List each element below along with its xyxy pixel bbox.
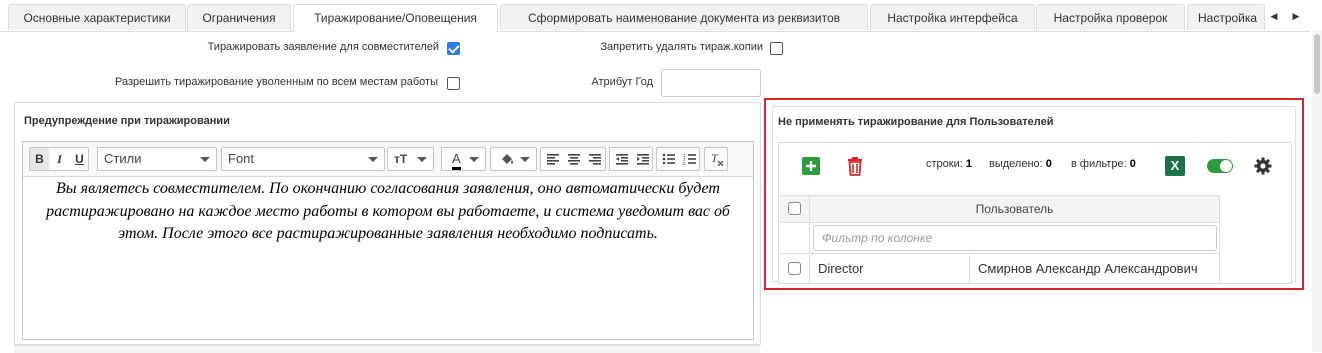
- indent-icon[interactable]: [633, 148, 652, 170]
- format-group: B I U: [29, 147, 89, 171]
- list-group: 123: [656, 147, 700, 171]
- font-size-select[interactable]: ᴛT: [387, 147, 434, 171]
- chevron-down-icon: [417, 157, 427, 162]
- scrollbar-thumb[interactable]: [1314, 34, 1320, 94]
- selected-counter-label: выделено:: [989, 158, 1043, 170]
- select-all-checkbox[interactable]: [788, 202, 801, 215]
- users-panel: Не применять тиражирование для Пользоват…: [772, 106, 1296, 284]
- table-row[interactable]: Director Смирнов Александр Александрович: [780, 255, 1219, 284]
- editor-toolbar: B I U Стили Font ᴛT A 1 2 3 T: [23, 142, 753, 177]
- tab-restrictions[interactable]: Ограничения: [187, 4, 291, 30]
- rows-counter-value: 1: [965, 158, 972, 170]
- tab-checks-settings[interactable]: Настройка проверок: [1036, 4, 1185, 30]
- chevron-down-icon: [368, 157, 378, 162]
- grid-filter-row: Фильтр по колонке: [780, 223, 1219, 254]
- replicate-concurrent-label: Тиражировать заявление для совместителей: [207, 41, 439, 53]
- settings-gear-icon[interactable]: [1253, 156, 1273, 176]
- tab-scroll-right-icon[interactable]: ▶: [1289, 6, 1303, 26]
- underline-button[interactable]: U: [70, 148, 89, 170]
- align-right-icon[interactable]: [585, 148, 604, 170]
- rows-counter-label: строки:: [926, 158, 963, 170]
- rows-counter: строки: 1: [926, 158, 972, 170]
- allow-dismissed-label: Разрешить тиражирование уволенным по все…: [114, 76, 438, 88]
- outdent-icon[interactable]: [612, 148, 631, 170]
- year-attribute-input[interactable]: [661, 69, 761, 97]
- vertical-scrollbar[interactable]: [1312, 30, 1322, 352]
- tab-divider: [0, 31, 1310, 32]
- column-divider: [969, 255, 970, 283]
- add-icon[interactable]: [802, 157, 820, 175]
- text-color-icon: A: [452, 151, 461, 170]
- tab-replication-notifications[interactable]: Тиражирование/Оповещения: [293, 4, 498, 32]
- tab-main-characteristics[interactable]: Основные характеристики: [8, 4, 186, 30]
- user-login-cell: Director: [818, 261, 864, 276]
- font-select[interactable]: Font: [221, 147, 385, 171]
- year-attribute-label: Атрибут Год: [591, 76, 653, 88]
- styles-select-label: Стили: [104, 151, 142, 166]
- text-color-select[interactable]: A: [441, 147, 486, 171]
- bold-button[interactable]: B: [30, 148, 49, 170]
- excel-export-icon[interactable]: X: [1165, 156, 1185, 176]
- background-color-select[interactable]: [490, 147, 537, 171]
- forbid-delete-checkbox[interactable]: [770, 42, 783, 55]
- filtered-counter-label: в фильтре:: [1071, 158, 1127, 170]
- svg-text:T: T: [711, 151, 719, 165]
- forbid-delete-label: Запретить удалять тираж.копии: [600, 41, 763, 53]
- grid-header-row: Пользователь: [780, 195, 1219, 223]
- styles-select[interactable]: Стили: [97, 147, 217, 171]
- italic-button[interactable]: I: [50, 148, 69, 170]
- delete-icon[interactable]: [846, 156, 864, 176]
- filtered-counter-value: 0: [1129, 158, 1136, 170]
- selected-counter: выделено: 0: [989, 158, 1052, 170]
- column-header-user[interactable]: Пользователь: [810, 196, 1219, 222]
- chevron-down-icon: [520, 157, 530, 162]
- align-group: [540, 147, 606, 171]
- svg-text:3: 3: [683, 161, 686, 166]
- tab-bar: Основные характеристики Ограничения Тира…: [0, 0, 1322, 32]
- toggle-knob: [1220, 160, 1232, 172]
- paint-bucket-icon: [502, 154, 513, 164]
- tab-generate-document-name[interactable]: Сформировать наименование документа из р…: [500, 4, 868, 30]
- warning-panel-title: Предупреждение при тиражировании: [24, 115, 230, 127]
- chevron-down-icon: [469, 157, 479, 162]
- highlight-frame: Не применять тиражирование для Пользоват…: [764, 98, 1304, 290]
- clear-format-group: T: [704, 147, 728, 171]
- grid-right-edge: [1219, 195, 1220, 283]
- font-select-label: Font: [228, 151, 255, 166]
- align-left-icon[interactable]: [543, 148, 562, 170]
- users-panel-title: Не применять тиражирование для Пользоват…: [778, 116, 1054, 128]
- font-size-icon: ᴛT: [394, 152, 408, 166]
- tab-scroll-left-icon[interactable]: ◀: [1267, 6, 1281, 26]
- column-filter-input[interactable]: Фильтр по колонке: [813, 225, 1217, 251]
- tab-settings-more[interactable]: Настройка: [1187, 4, 1265, 30]
- user-name-cell: Смирнов Александр Александрович: [978, 261, 1198, 276]
- filtered-counter: в фильтре: 0: [1071, 158, 1136, 170]
- toggle-switch[interactable]: [1207, 159, 1233, 173]
- numbered-list-icon[interactable]: 123: [680, 148, 699, 170]
- allow-dismissed-checkbox[interactable]: [447, 77, 460, 90]
- column-divider: [809, 255, 810, 283]
- replicate-concurrent-checkbox[interactable]: [447, 42, 460, 55]
- rich-text-editor: B I U Стили Font ᴛT A 1 2 3 T Вы являете…: [22, 141, 754, 340]
- align-center-icon[interactable]: [564, 148, 583, 170]
- selected-counter-value: 0: [1045, 158, 1052, 170]
- tab-interface-settings[interactable]: Настройка интерфейса: [870, 4, 1035, 30]
- chevron-down-icon: [200, 157, 210, 162]
- clear-formatting-icon[interactable]: T: [707, 148, 726, 170]
- row-checkbox[interactable]: [788, 262, 801, 275]
- users-grid: строки: 1 выделено: 0 в фильтре: 0 X Пол…: [778, 142, 1292, 284]
- bulleted-list-icon[interactable]: [659, 148, 678, 170]
- indent-group: [609, 147, 653, 171]
- column-divider: [809, 223, 810, 253]
- editor-content[interactable]: Вы являетесь совместителем. По окончанию…: [31, 178, 745, 334]
